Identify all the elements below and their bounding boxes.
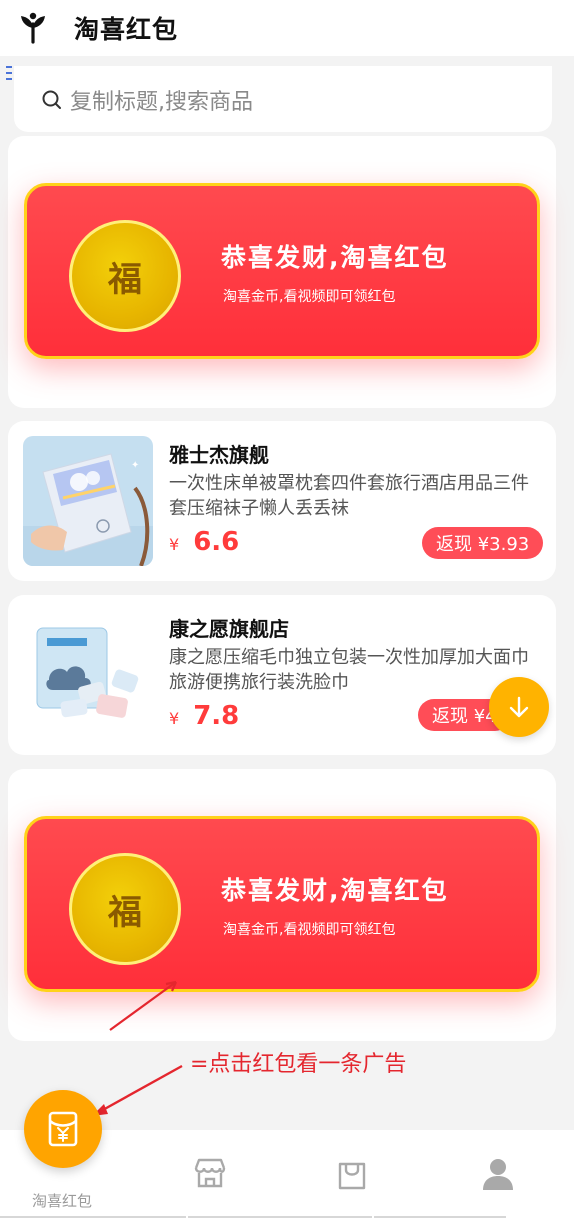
product-card[interactable]: ✦ 雅士杰旗舰 一次性床单被罩枕套四件套旅行酒店用品三件套压缩袜子懒人丢丢袜 ¥… — [8, 421, 556, 581]
price-value: 7.8 — [193, 701, 240, 731]
annotation-arrow-down — [91, 1064, 183, 1118]
fortune-coin: 福 — [69, 853, 181, 965]
product-description: 一次性床单被罩枕套四件套旅行酒店用品三件套压缩袜子懒人丢丢袜 — [169, 473, 529, 519]
price-value: 6.6 — [193, 527, 240, 557]
product-image — [23, 610, 153, 740]
product-description: 康之愿压缩毛巾独立包装一次性加厚加大面巾旅游便携旅行装洗脸巾 — [169, 647, 529, 693]
banner-card: 福 恭喜发财,淘喜红包 淘喜金币,看视频即可领红包 — [8, 769, 556, 1041]
app-header: 淘喜红包 — [0, 0, 574, 56]
red-envelope-banner[interactable]: 福 恭喜发财,淘喜红包 淘喜金币,看视频即可领红包 — [24, 183, 540, 359]
banner-subtitle: 淘喜金币,看视频即可领红包 — [223, 289, 396, 305]
currency-symbol: ¥ — [169, 709, 180, 728]
search-placeholder: 复制标题,搜索商品 — [70, 90, 253, 115]
nav-label: 淘喜红包 — [32, 1192, 93, 1210]
search-container: 复制标题,搜索商品 — [14, 66, 552, 132]
banner-title: 恭喜发财,淘喜红包 — [221, 876, 449, 905]
banner-card: 福 恭喜发财,淘喜红包 淘喜金币,看视频即可领红包 — [8, 136, 556, 408]
store-icon — [194, 1158, 226, 1188]
product-image: ✦ — [23, 436, 153, 566]
fortune-coin: 福 — [69, 220, 181, 332]
currency-symbol: ¥ — [169, 535, 180, 554]
product-card[interactable]: 康之愿旗舰店 康之愿压缩毛巾独立包装一次性加厚加大面巾旅游便携旅行装洗脸巾 ¥ … — [8, 595, 556, 755]
search-input[interactable]: 复制标题,搜索商品 — [40, 78, 540, 122]
red-envelope-icon — [48, 1111, 78, 1147]
red-envelope-banner[interactable]: 福 恭喜发财,淘喜红包 淘喜金币,看视频即可领红包 — [24, 816, 540, 992]
nav-item-profile[interactable] — [480, 1130, 574, 1218]
scroll-down-button[interactable] — [489, 677, 549, 737]
banner-subtitle: 淘喜金币,看视频即可领红包 — [223, 922, 396, 938]
price: ¥ 6.6 — [169, 527, 239, 557]
user-icon — [483, 1159, 513, 1190]
banner-title: 恭喜发财,淘喜红包 — [221, 243, 449, 272]
sprout-logo-icon — [21, 12, 45, 44]
shop-name: 康之愿旗舰店 — [169, 617, 289, 641]
shop-name: 雅士杰旗舰 — [169, 443, 269, 467]
shopping-bag-icon — [338, 1162, 366, 1190]
page-title: 淘喜红包 — [74, 15, 179, 44]
rebate-badge: 返现 ¥3.93 — [422, 527, 544, 559]
svg-text:✦: ✦ — [131, 460, 139, 471]
edge-decoration — [6, 62, 14, 102]
price: ¥ 7.8 — [169, 701, 239, 731]
red-envelope-button[interactable] — [24, 1090, 102, 1168]
arrow-down-icon — [509, 696, 529, 718]
annotation-text: =点击红包看一条广告 — [190, 1052, 407, 1077]
search-icon — [42, 90, 61, 109]
